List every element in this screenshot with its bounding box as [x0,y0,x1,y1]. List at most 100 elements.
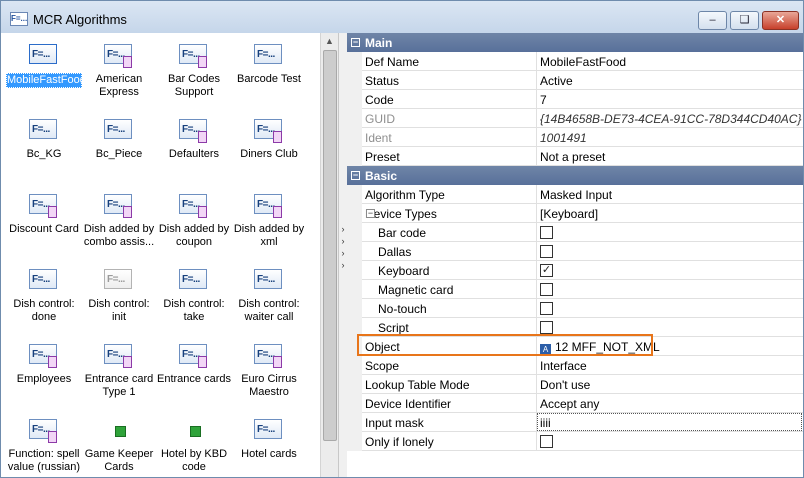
property-value-cell[interactable] [537,223,803,242]
checkbox-icon[interactable] [540,321,553,334]
algorithm-item[interactable]: F=... American Express [81,40,157,100]
input-mask-editor[interactable] [537,413,802,431]
splitter-arrows-icon[interactable]: › › › › [339,223,347,271]
title-bar[interactable]: F=... MCR Algorithms – ❑ ✕ [1,1,803,33]
algorithm-item[interactable]: F=... Dish added by xml [231,190,307,250]
checkbox-icon[interactable] [540,302,553,315]
property-name-cell[interactable]: Magnetic card [362,280,537,299]
property-name-cell[interactable]: Dallas [362,242,537,261]
scroll-thumb[interactable] [323,50,337,441]
property-name-cell[interactable]: Ident [362,128,537,147]
algorithm-item[interactable]: F=... Barcode Test [231,40,307,100]
checkbox-icon[interactable] [540,283,553,296]
property-row[interactable]: Preset Not a preset [347,147,803,166]
property-row[interactable]: Device Types − [Keyboard] [347,204,803,223]
collapse-icon[interactable]: − [351,171,360,180]
property-row[interactable]: Magnetic card [347,280,803,299]
collapse-icon[interactable]: − [351,38,360,47]
property-row[interactable]: Input mask iiii [347,413,803,432]
property-row[interactable]: Algorithm Type Masked Input [347,185,803,204]
property-value-cell[interactable]: ✓ [537,261,803,280]
algorithm-item[interactable]: F=... Function: spell value (russian) [6,415,82,475]
property-value-cell[interactable]: Interface [537,356,803,375]
property-row[interactable]: Lookup Table Mode Don't use [347,375,803,394]
algorithm-item[interactable]: F=... Game Keeper Cards [81,415,157,475]
property-row[interactable]: Scope Interface [347,356,803,375]
property-value-cell[interactable]: Accept any [537,394,803,413]
property-name-cell[interactable]: Only if lonely [362,432,537,451]
vertical-scrollbar[interactable]: ▲ [320,33,338,477]
algorithm-item[interactable]: F=... MobileFastFood [6,40,86,100]
property-name-cell[interactable]: Bar code [362,223,537,242]
algorithm-item[interactable]: F=... Hotel cards [231,415,307,475]
property-value-cell[interactable] [537,242,803,261]
property-row[interactable]: Dallas [347,242,803,261]
property-value-cell[interactable]: MobileFastFood [537,52,803,71]
collapse-icon[interactable]: − [366,209,375,218]
property-name-cell[interactable]: GUID [362,109,537,128]
property-name-cell[interactable]: Input mask [362,413,537,432]
property-value-cell[interactable]: [Keyboard] [537,204,803,223]
property-name-cell[interactable]: Scope [362,356,537,375]
category-header[interactable]: − Basic [347,166,803,185]
property-row[interactable]: Status Active [347,71,803,90]
property-value-cell[interactable]: Active [537,71,803,90]
checkbox-icon[interactable] [540,435,553,448]
algorithm-item[interactable]: F=... Employees [6,340,82,400]
property-row[interactable]: GUID {14B4658B-DE73-4CEA-91CC-78D344CD40A… [347,109,803,128]
algorithm-item[interactable]: F=... Entrance card Type 1 [81,340,157,400]
algorithm-item[interactable]: F=... Dish control: done [6,265,82,325]
minimize-button[interactable]: – [698,11,727,30]
property-row[interactable]: No-touch [347,299,803,318]
property-row[interactable]: Def Name MobileFastFood [347,52,803,71]
restore-button[interactable]: ❑ [730,11,759,30]
algorithm-item[interactable]: F=... Diners Club [231,115,307,175]
category-header[interactable]: − Main [347,33,803,52]
property-value-cell[interactable]: 7 [537,90,803,109]
property-value-cell[interactable]: Don't use [537,375,803,394]
algorithm-item[interactable]: F=... Bar Codes Support [156,40,232,100]
algorithm-item[interactable]: F=... Discount Card [6,190,82,250]
property-name-cell[interactable]: Status [362,71,537,90]
property-name-cell[interactable]: Lookup Table Mode [362,375,537,394]
property-value-cell[interactable]: Not a preset [537,147,803,166]
algorithm-item[interactable]: F=... Bc_KG [6,115,82,175]
property-name-cell[interactable]: Keyboard [362,261,537,280]
property-value-cell[interactable] [537,280,803,299]
algorithm-item[interactable]: F=... Dish added by combo assis... [81,190,157,250]
property-name-cell[interactable]: Code [362,90,537,109]
property-row[interactable]: Ident 1001491 [347,128,803,147]
algorithm-item[interactable]: F=... Dish control: waiter call [231,265,307,325]
algorithm-item[interactable]: F=... Dish control: take [156,265,232,325]
checkbox-icon[interactable] [540,226,553,239]
property-value-cell[interactable]: Masked Input [537,185,803,204]
close-button[interactable]: ✕ [762,11,799,30]
property-name-cell[interactable]: Algorithm Type [362,185,537,204]
property-name-cell[interactable]: Device Identifier [362,394,537,413]
checkbox-checked-icon[interactable]: ✓ [540,264,553,277]
checkbox-icon[interactable] [540,245,553,258]
property-name-cell[interactable]: Preset [362,147,537,166]
property-row[interactable]: Keyboard ✓ [347,261,803,280]
algorithm-item[interactable]: F=... Bc_Piece [81,115,157,175]
algorithm-item[interactable]: F=... Hotel by KBD code [156,415,232,475]
property-value-cell[interactable]: {14B4658B-DE73-4CEA-91CC-78D344CD40AC} [537,109,803,128]
property-name-cell[interactable]: Device Types − [362,204,537,223]
property-row[interactable]: Only if lonely [347,432,803,451]
algorithm-item[interactable]: F=... Dish added by coupon [156,190,232,250]
algorithm-item[interactable]: F=... Defaulters [156,115,232,175]
property-row[interactable]: Code 7 [347,90,803,109]
algorithm-item[interactable]: F=... Euro Cirrus Maestro [231,340,307,400]
algorithm-item[interactable]: F=... Dish control: init [81,265,157,325]
property-name: Code [365,93,394,107]
property-value-cell[interactable] [537,432,803,451]
property-name-cell[interactable]: Def Name [362,52,537,71]
property-row[interactable]: Bar code [347,223,803,242]
algorithm-list[interactable]: F=... MobileFastFood F=... American Express… [6,33,318,477]
property-value-cell[interactable] [537,299,803,318]
property-row[interactable]: Device Identifier Accept any [347,394,803,413]
property-name-cell[interactable]: No-touch [362,299,537,318]
scroll-up-icon[interactable]: ▲ [321,33,338,50]
property-value-cell[interactable]: 1001491 [537,128,803,147]
algorithm-item[interactable]: F=... Entrance cards [156,340,232,400]
